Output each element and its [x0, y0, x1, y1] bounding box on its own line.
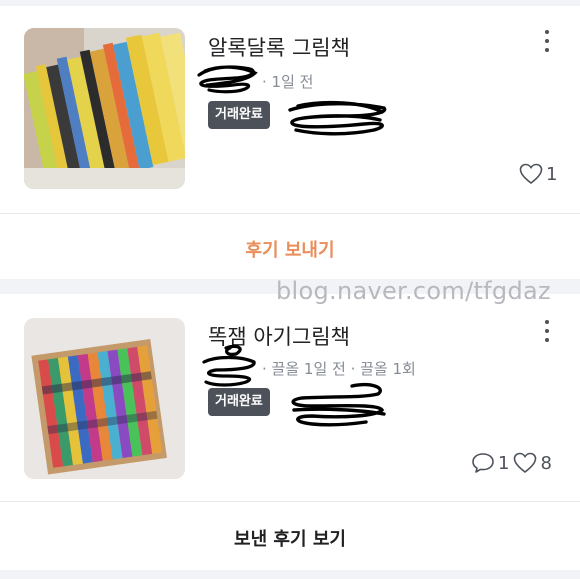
like-count: 8: [540, 452, 552, 474]
card-divider: [0, 501, 580, 502]
heart-icon: [519, 163, 543, 185]
sold-item-card-1[interactable]: 알록달록 그림책 · 1일 전 거래완료 1 후기 보내기: [0, 6, 580, 279]
sold-item-card-2[interactable]: 똑잼 아기그림책 · 끌올 1일 전 · 끌올 1회 거래완료 1 8 보낸 후…: [0, 294, 580, 570]
redacted-seller-name: [197, 65, 258, 94]
like-count: 1: [546, 163, 558, 185]
redacted-buyer-name: [291, 383, 386, 427]
item-meta: · 끌올 1일 전 · 끌올 1회: [262, 360, 416, 378]
send-review-button[interactable]: 후기 보내기: [0, 236, 580, 262]
sold-status-badge: 거래완료: [208, 388, 270, 416]
more-vertical-icon[interactable]: [537, 28, 557, 56]
item-title[interactable]: 알록달록 그림책: [208, 32, 350, 62]
view-sent-review-button[interactable]: 보낸 후기 보기: [0, 525, 580, 551]
comment-count: 1: [498, 452, 510, 474]
watermark-text: blog.naver.com/tfgdaz: [276, 277, 551, 305]
item-reactions: 1: [519, 163, 557, 185]
item-reactions: 1 8: [471, 452, 552, 474]
card-divider: [0, 213, 580, 214]
item-thumbnail[interactable]: [24, 318, 185, 479]
redacted-buyer-name: [288, 100, 387, 136]
more-vertical-icon[interactable]: [537, 318, 557, 346]
heart-icon: [514, 452, 537, 474]
item-meta: · 1일 전: [262, 73, 314, 91]
sold-status-badge: 거래완료: [208, 101, 270, 129]
chat-bubble-icon: [472, 453, 494, 473]
redacted-seller-name: [202, 344, 256, 387]
item-thumbnail[interactable]: [24, 28, 185, 189]
